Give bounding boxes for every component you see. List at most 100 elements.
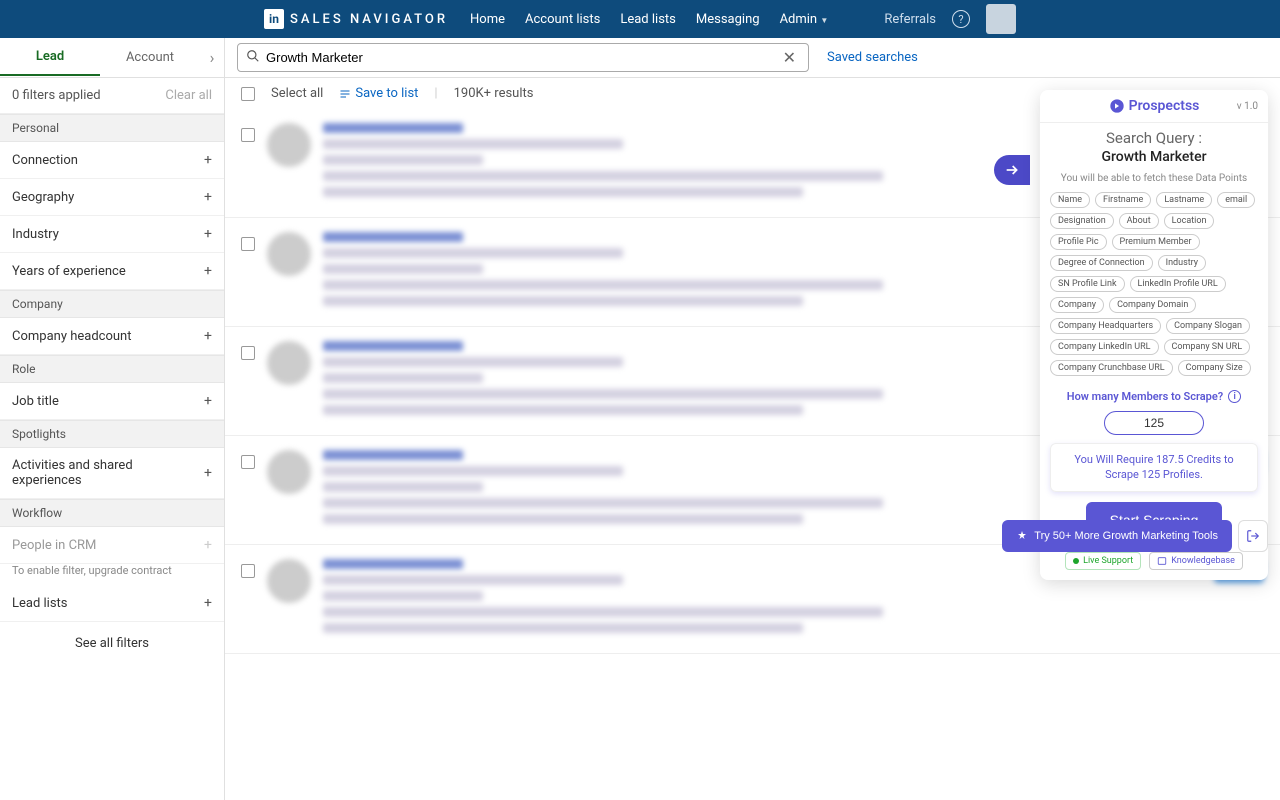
linkedin-icon: in (264, 9, 284, 29)
chevron-down-icon: ▼ (820, 16, 828, 25)
plus-icon: + (204, 226, 212, 242)
select-all-checkbox[interactable] (241, 87, 255, 101)
row-checkbox[interactable] (241, 346, 255, 360)
result-avatar (267, 450, 311, 494)
query-value: Growth Marketer (1050, 149, 1258, 165)
data-point-pill: Company (1050, 297, 1104, 313)
filter-activities[interactable]: Activities and shared experiences+ (0, 448, 224, 499)
filter-sidebar: 0 filters applied Clear all Personal Con… (0, 78, 225, 800)
plus-icon: + (204, 189, 212, 205)
data-point-pill: Location (1164, 213, 1215, 229)
clear-search-icon[interactable]: ✕ (779, 48, 800, 67)
plus-icon: + (204, 393, 212, 409)
select-all-label: Select all (271, 86, 323, 101)
data-point-pill: Company Size (1178, 360, 1251, 376)
avatar[interactable] (986, 4, 1016, 34)
section-workflow: Workflow (0, 499, 224, 527)
topbar-right: Referrals ? (884, 4, 1016, 34)
row-checkbox[interactable] (241, 455, 255, 469)
data-point-pill: Company Crunchbase URL (1050, 360, 1173, 376)
tabs-chevron-icon[interactable]: › (200, 48, 224, 67)
saved-searches-link[interactable]: Saved searches (827, 50, 918, 65)
save-to-list[interactable]: Save to list (339, 86, 418, 101)
prospectss-panel: Prospectss v 1.0 Search Query : Growth M… (1040, 90, 1268, 580)
filter-industry[interactable]: Industry+ (0, 216, 224, 253)
tab-account[interactable]: Account (100, 40, 200, 75)
nav-admin[interactable]: Admin ▼ (780, 12, 829, 27)
result-avatar (267, 123, 311, 167)
try-more-tools-button[interactable]: Try 50+ More Growth Marketing Tools (1002, 520, 1232, 552)
knowledgebase-button[interactable]: Knowledgebase (1149, 552, 1243, 570)
filter-connection[interactable]: Connection+ (0, 142, 224, 179)
scrape-count-input[interactable] (1104, 411, 1204, 435)
panel-version: v 1.0 (1237, 101, 1258, 112)
tab-group: Lead Account › (0, 38, 225, 77)
info-icon[interactable]: i (1228, 390, 1241, 403)
result-avatar (267, 232, 311, 276)
see-all-filters[interactable]: See all filters (0, 622, 224, 665)
data-points-pills: NameFirstnameLastnameemailDesignationAbo… (1040, 188, 1268, 384)
row-checkbox[interactable] (241, 128, 255, 142)
secondary-bar: Lead Account › ✕ Saved searches (0, 38, 1280, 78)
section-personal: Personal (0, 114, 224, 142)
data-point-pill: Company Slogan (1166, 318, 1250, 334)
data-point-pill: Lastname (1156, 192, 1212, 208)
data-point-pill: Industry (1158, 255, 1206, 271)
plus-icon: + (204, 465, 212, 481)
plus-icon: + (204, 152, 212, 168)
top-navbar: in SALES NAVIGATOR Home Account lists Le… (0, 0, 1280, 38)
nav-account-lists[interactable]: Account lists (525, 12, 600, 27)
search-icon (246, 48, 260, 67)
data-point-pill: Company Headquarters (1050, 318, 1161, 334)
logout-icon[interactable] (1238, 520, 1268, 552)
search-wrap: ✕ Saved searches (225, 43, 1280, 72)
data-point-pill: Company LinkedIn URL (1050, 339, 1159, 355)
nav-home[interactable]: Home (470, 12, 505, 27)
data-point-pill: Degree of Connection (1050, 255, 1153, 271)
data-point-pill: Profile Pic (1050, 234, 1107, 250)
data-point-pill: About (1119, 213, 1159, 229)
section-company: Company (0, 290, 224, 318)
row-checkbox[interactable] (241, 564, 255, 578)
nav-lead-lists[interactable]: Lead lists (620, 12, 676, 27)
status-dot-icon (1073, 558, 1079, 564)
fetch-note: You will be able to fetch these Data Poi… (1040, 165, 1268, 188)
filters-count: 0 filters applied (12, 88, 101, 103)
support-row: Live Support Knowledgebase (1040, 548, 1268, 580)
filter-jobtitle[interactable]: Job title+ (0, 383, 224, 420)
data-point-pill: Premium Member (1112, 234, 1200, 250)
result-avatar (267, 559, 311, 603)
filter-geography[interactable]: Geography+ (0, 179, 224, 216)
data-point-pill: Company Domain (1109, 297, 1196, 313)
data-point-pill: SN Profile Link (1050, 276, 1125, 292)
help-icon[interactable]: ? (952, 10, 970, 28)
brand-text: SALES NAVIGATOR (290, 12, 448, 27)
clear-all-link[interactable]: Clear all (165, 88, 212, 103)
result-avatar (267, 341, 311, 385)
howmany-label: How many Members to Scrape? i (1040, 384, 1268, 403)
divider: | (434, 86, 437, 101)
filter-leadlists[interactable]: Lead lists+ (0, 585, 224, 622)
filter-years[interactable]: Years of experience+ (0, 253, 224, 290)
nav-links: Home Account lists Lead lists Messaging … (470, 12, 828, 27)
tab-lead[interactable]: Lead (0, 39, 100, 76)
filters-summary: 0 filters applied Clear all (0, 78, 224, 114)
panel-bottom-bar: Try 50+ More Growth Marketing Tools (1002, 520, 1268, 552)
data-point-pill: email (1217, 192, 1255, 208)
results-count: 190K+ results (454, 86, 534, 101)
panel-header: Prospectss v 1.0 (1040, 90, 1268, 123)
filter-headcount[interactable]: Company headcount+ (0, 318, 224, 355)
search-input[interactable] (266, 50, 773, 65)
referrals-link[interactable]: Referrals (884, 12, 936, 27)
plus-icon: + (204, 537, 212, 553)
filter-crm: People in CRM+ (0, 527, 224, 564)
row-checkbox[interactable] (241, 237, 255, 251)
panel-toggle-button[interactable] (994, 155, 1030, 185)
live-support-button[interactable]: Live Support (1065, 552, 1141, 570)
panel-title: Search Query : Growth Marketer (1040, 123, 1268, 165)
data-point-pill: Designation (1050, 213, 1114, 229)
plus-icon: + (204, 328, 212, 344)
query-label: Search Query : (1050, 129, 1258, 147)
data-point-pill: Firstname (1095, 192, 1151, 208)
nav-messaging[interactable]: Messaging (696, 12, 760, 27)
